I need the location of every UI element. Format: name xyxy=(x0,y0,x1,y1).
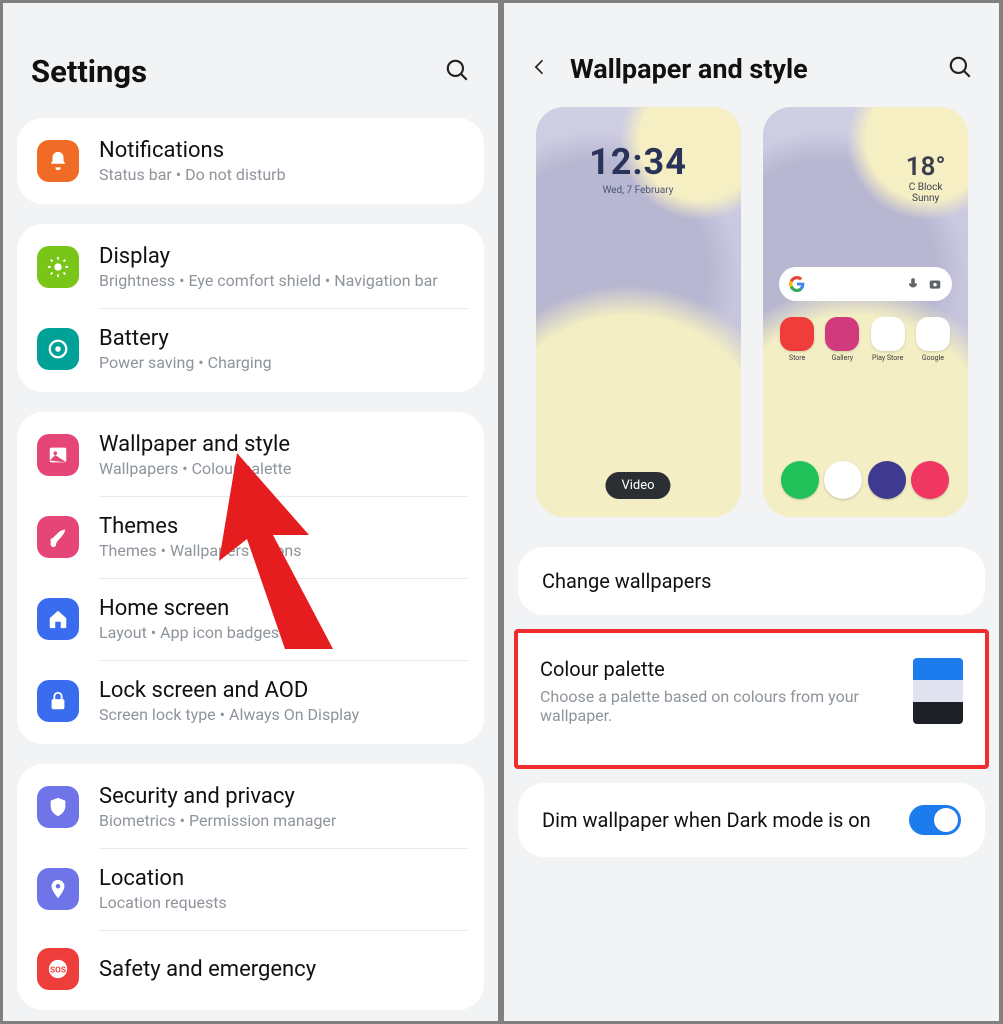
image-icon xyxy=(37,434,79,476)
home-icon xyxy=(37,598,79,640)
settings-item-display[interactable]: Display Brightness • Eye comfort shield •… xyxy=(17,226,484,308)
settings-item-safety-and-emergency[interactable]: SOS Safety and emergency xyxy=(17,930,484,1008)
item-subtitle: Power saving • Charging xyxy=(99,353,272,372)
card-title: Change wallpapers xyxy=(542,569,961,593)
settings-group: Wallpaper and style Wallpapers • Colour p… xyxy=(17,412,484,744)
back-icon[interactable] xyxy=(530,57,550,81)
sun-icon xyxy=(37,246,79,288)
bell-icon xyxy=(37,140,79,182)
item-title: Display xyxy=(99,244,438,269)
settings-item-home-screen[interactable]: Home screen Layout • App icon badges xyxy=(17,578,484,660)
change-wallpapers-card[interactable]: Change wallpapers xyxy=(518,547,985,615)
settings-item-battery[interactable]: Battery Power saving • Charging xyxy=(17,308,484,390)
settings-item-location[interactable]: Location Location requests xyxy=(17,848,484,930)
item-title: Battery xyxy=(99,326,272,351)
weather-widget: 18° C Block Sunny xyxy=(906,152,946,204)
shield-icon xyxy=(37,786,79,828)
app-icon: Store xyxy=(779,317,816,362)
card-title: Colour palette xyxy=(540,657,895,681)
dim-wallpaper-card[interactable]: Dim wallpaper when Dark mode is on xyxy=(518,783,985,857)
settings-group: Display Brightness • Eye comfort shield •… xyxy=(17,224,484,392)
video-chip[interactable]: Video xyxy=(605,472,670,499)
palette-swatch-icon xyxy=(913,658,963,724)
lens-icon xyxy=(928,277,942,291)
page-title: Wallpaper and style xyxy=(570,53,927,85)
item-title: Notifications xyxy=(99,138,286,163)
dim-toggle[interactable] xyxy=(909,805,961,835)
battery-icon xyxy=(37,328,79,370)
wallpaper-previews: 12:34 Wed, 7 February Video 18° C Block … xyxy=(504,107,999,533)
item-title: Lock screen and AOD xyxy=(99,678,359,703)
item-subtitle: Status bar • Do not disturb xyxy=(99,165,286,184)
lock-date: Wed, 7 February xyxy=(536,185,741,196)
item-title: Home screen xyxy=(99,596,279,621)
lock-time: 12:34 xyxy=(536,141,741,183)
item-title: Themes xyxy=(99,514,302,539)
settings-item-notifications[interactable]: Notifications Status bar • Do not disturb xyxy=(17,120,484,202)
google-search-bar xyxy=(779,267,952,301)
lock-clock: 12:34 Wed, 7 February xyxy=(536,141,741,196)
settings-item-wallpaper-and-style[interactable]: Wallpaper and style Wallpapers • Colour p… xyxy=(17,414,484,496)
app-icon: Play Store xyxy=(869,317,906,362)
lockscreen-preview[interactable]: 12:34 Wed, 7 February Video xyxy=(536,107,741,517)
dock-app-icon xyxy=(824,461,862,499)
settings-group: Security and privacy Biometrics • Permiss… xyxy=(17,764,484,1010)
dock-app-icon xyxy=(781,461,819,499)
pin-icon xyxy=(37,868,79,910)
app-icon: Gallery xyxy=(824,317,861,362)
google-icon xyxy=(789,276,805,292)
brush-icon xyxy=(37,516,79,558)
homescreen-preview[interactable]: 18° C Block Sunny StoreGalleryPlay Store… xyxy=(763,107,968,517)
item-subtitle: Location requests xyxy=(99,893,227,912)
settings-header: Settings xyxy=(3,3,498,108)
dock-app-icon xyxy=(911,461,949,499)
wallpaper-header: Wallpaper and style xyxy=(504,3,999,107)
item-subtitle: Screen lock type • Always On Display xyxy=(99,705,359,724)
item-subtitle: Biometrics • Permission manager xyxy=(99,811,336,830)
item-subtitle: Brightness • Eye comfort shield • Naviga… xyxy=(99,271,438,290)
colour-palette-card[interactable]: Colour palette Choose a palette based on… xyxy=(514,629,989,769)
search-icon[interactable] xyxy=(444,57,470,87)
search-icon[interactable] xyxy=(947,54,973,84)
card-description: Choose a palette based on colours from y… xyxy=(540,687,880,725)
item-title: Wallpaper and style xyxy=(99,432,291,457)
item-subtitle: Wallpapers • Colour palette xyxy=(99,459,291,478)
item-title: Location xyxy=(99,866,227,891)
item-subtitle: Themes • Wallpapers • Icons xyxy=(99,541,302,560)
dock-app-icon xyxy=(868,461,906,499)
item-title: Security and privacy xyxy=(99,784,336,809)
settings-screen: Settings Notifications Status bar • Do no… xyxy=(3,3,498,1021)
item-title: Safety and emergency xyxy=(99,957,316,982)
item-subtitle: Layout • App icon badges xyxy=(99,623,279,642)
card-title: Dim wallpaper when Dark mode is on xyxy=(542,808,871,832)
page-title: Settings xyxy=(31,53,147,90)
app-icon: Google xyxy=(914,317,951,362)
mic-icon xyxy=(906,277,920,291)
settings-item-themes[interactable]: Themes Themes • Wallpapers • Icons xyxy=(17,496,484,578)
settings-group: Notifications Status bar • Do not disturb xyxy=(17,118,484,204)
svg-text:SOS: SOS xyxy=(50,966,66,976)
wallpaper-style-screen: Wallpaper and style 12:34 Wed, 7 Februar… xyxy=(504,3,999,1021)
settings-item-lock-screen-and-aod[interactable]: Lock screen and AOD Screen lock type • Al… xyxy=(17,660,484,742)
settings-item-security-and-privacy[interactable]: Security and privacy Biometrics • Permiss… xyxy=(17,766,484,848)
lock-icon xyxy=(37,680,79,722)
sos-icon: SOS xyxy=(37,948,79,990)
